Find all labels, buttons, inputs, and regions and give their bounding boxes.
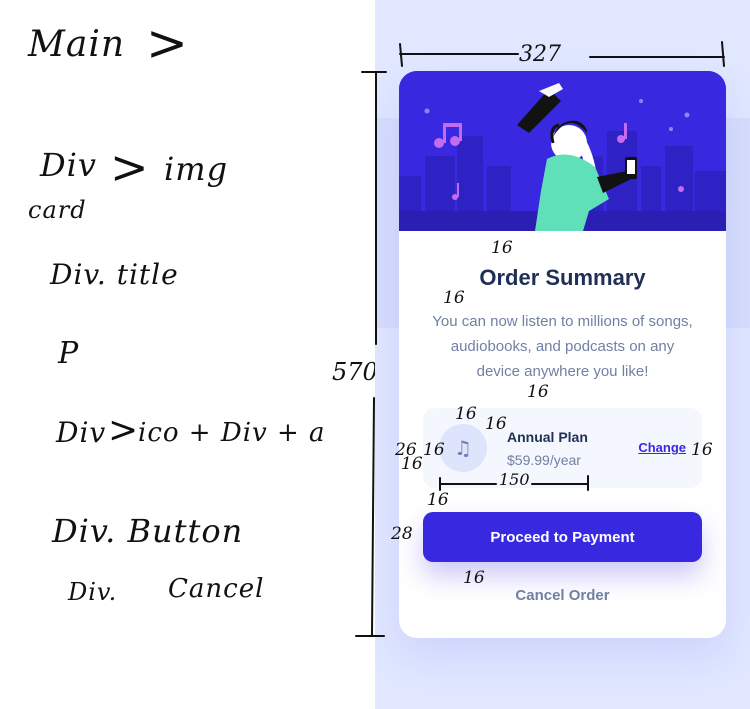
change-plan-link[interactable]: Change <box>638 440 686 455</box>
spacing-annotation: 16 <box>691 440 713 460</box>
spacing-annotation: 16 <box>455 404 477 424</box>
height-annotation: 570 <box>332 358 378 386</box>
note-p: P <box>58 336 80 371</box>
note-card: card <box>28 196 87 224</box>
chevron-right-icon: > <box>146 14 189 72</box>
wireframe-sketch: Main > Div > img card Div. title P Div >… <box>0 0 378 709</box>
spacing-annotation: 16 <box>485 414 507 434</box>
proceed-to-payment-button[interactable]: Proceed to Payment <box>423 512 702 562</box>
note-div: Div. <box>68 578 118 606</box>
note-plan-parts: ico + Div + a <box>138 418 326 448</box>
chevron-right-icon: > <box>108 410 140 451</box>
note-div-card: Div <box>40 146 97 184</box>
spacing-annotation: 16 <box>423 440 445 460</box>
design-panel: Order Summary You can now listen to mill… <box>375 0 750 709</box>
spacing-annotation: 16 <box>527 382 549 402</box>
spacing-annotation: 16 <box>463 568 485 588</box>
spacing-annotation: 28 <box>391 524 413 544</box>
note-cancel: Cancel <box>168 574 265 604</box>
width-annotation: 327 <box>519 42 561 67</box>
hero-illustration <box>399 71 726 231</box>
spacing-annotation: 16 <box>491 238 513 258</box>
note-img: img <box>164 150 229 188</box>
note-main: Main <box>28 24 126 65</box>
note-div-plan: Div <box>56 416 107 449</box>
order-summary-card: Order Summary You can now listen to mill… <box>399 71 726 638</box>
plan-name: Annual Plan <box>507 429 588 445</box>
spacing-annotation: 16 <box>443 288 465 308</box>
spacing-annotation: 150 <box>499 470 530 489</box>
note-div-title: Div. title <box>50 258 179 291</box>
chevron-right-icon: > <box>110 140 150 194</box>
cancel-order-link[interactable]: Cancel Order <box>399 587 726 604</box>
spacing-annotation: 16 <box>401 454 423 474</box>
spacing-annotation: 16 <box>427 490 449 510</box>
plan-price: $59.99/year <box>507 452 581 468</box>
card-description: You can now listen to millions of songs,… <box>432 313 693 380</box>
music-note-icon: ♫ <box>439 424 487 472</box>
note-div-button: Div. Button <box>52 512 244 550</box>
